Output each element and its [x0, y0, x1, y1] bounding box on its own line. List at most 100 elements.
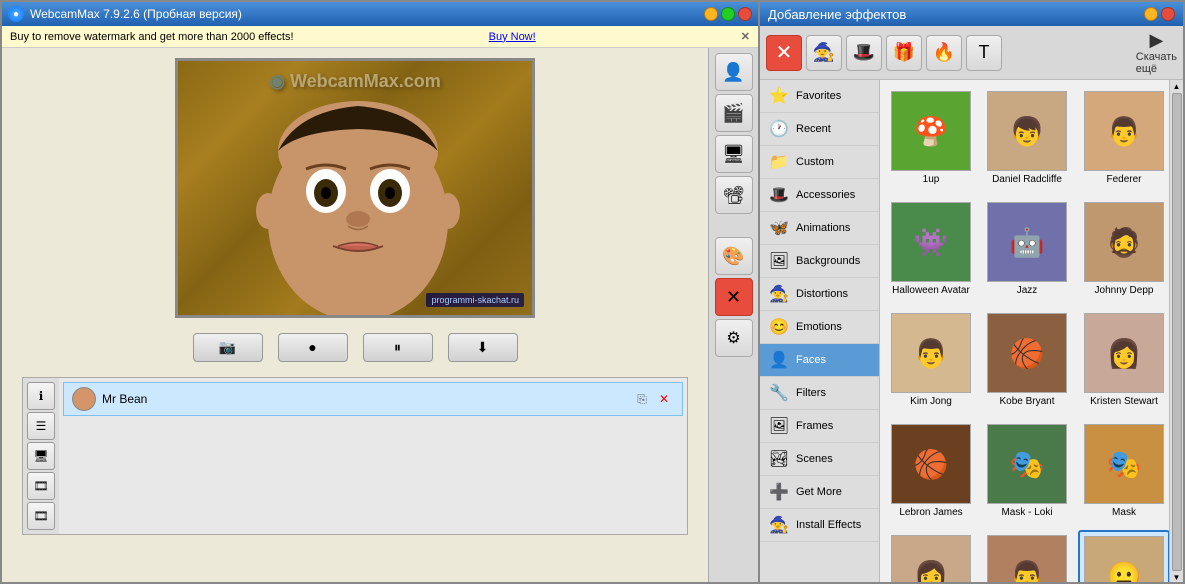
gift-button[interactable]: 🎁: [886, 35, 922, 71]
filmstrip-rs-button[interactable]: 📽: [715, 176, 753, 214]
playlist-delete-button[interactable]: ✕: [654, 389, 674, 409]
effect-thumb-1up: 🍄: [891, 91, 971, 171]
record-button[interactable]: ●: [278, 333, 348, 362]
category-icon-scenes: 🏞: [768, 448, 790, 470]
effect-item-halloween-avatar[interactable]: 👾Halloween Avatar: [886, 197, 976, 302]
text-button[interactable]: T: [966, 35, 1002, 71]
webcam-area: ◉ WebcamMax.com: [2, 48, 708, 582]
category-item-favorites[interactable]: ⭐Favorites: [760, 80, 879, 113]
effect-thumb-mask-loki: 🎭: [987, 424, 1067, 504]
effect-item-michael-jackson[interactable]: 👨Michael Jackson: [982, 530, 1072, 582]
effect-thumb-kim-jong: 👨: [891, 313, 971, 393]
category-icon-frames: 🖼: [768, 415, 790, 437]
category-item-recent[interactable]: 🕐Recent: [760, 113, 879, 146]
effect-item-federer[interactable]: 👨Federer: [1078, 86, 1169, 191]
effects-toolbar: ✕ 🧙 🎩 🎁 🔥 T ▶ Скачатьещё: [760, 26, 1183, 80]
category-icon-distortions: 🧙: [768, 283, 790, 305]
effects-close-button[interactable]: [1161, 7, 1175, 21]
category-item-accessories[interactable]: 🎩Accessories: [760, 179, 879, 212]
main-window: ● WebcamMax 7.9.2.6 (Пробная версия) Buy…: [0, 0, 760, 584]
effects-grid-area[interactable]: 🍄1up👦Daniel Radcliffe👨Federer👾Halloween …: [880, 80, 1169, 582]
playlist-item-name: Mr Bean: [102, 392, 147, 406]
person-rs-button[interactable]: 👤: [715, 53, 753, 91]
effect-label-lebron-james: Lebron James: [899, 507, 962, 519]
effect-thumb-halloween-avatar: 👾: [891, 202, 971, 282]
effect-item-megan-fox[interactable]: 👩Megan Fox: [886, 530, 976, 582]
category-item-faces[interactable]: 👤 Faces: [760, 344, 879, 377]
category-icon-accessories: 🎩: [768, 184, 790, 206]
category-item-animations[interactable]: 🦋Animations: [760, 212, 879, 245]
scroll-down-button[interactable]: ▼: [1173, 573, 1181, 582]
effect-label-federer: Federer: [1106, 174, 1141, 186]
color-rs-button[interactable]: 🎨: [715, 237, 753, 275]
video-frame: ◉ WebcamMax.com: [175, 58, 535, 318]
effect-item-mask-loki[interactable]: 🎭 Mask - Loki: [982, 419, 1072, 524]
category-label-scenes: Scenes: [796, 453, 833, 465]
effect-item-mr-bean[interactable]: 😐Mr Bean: [1078, 530, 1169, 582]
category-item-get-more[interactable]: ➕Get More: [760, 476, 879, 509]
category-item-install-effects[interactable]: 🧙Install Effects: [760, 509, 879, 542]
effect-item-kobe-bryant[interactable]: 🏀Kobe Bryant: [982, 308, 1072, 413]
effects-grid: 🍄 1up 👦Daniel Radcliffe 👨 Federer 👾Halloween …: [886, 86, 1163, 582]
pause-button[interactable]: ⏸: [363, 333, 433, 362]
effect-item-kristen-stewart[interactable]: 👩Kristen Stewart: [1078, 308, 1169, 413]
effect-item-daniel-radcliffe[interactable]: 👦Daniel Radcliffe: [982, 86, 1072, 191]
camera-button[interactable]: 📷: [193, 333, 263, 362]
monitor-rs-button[interactable]: 🖥: [715, 135, 753, 173]
download-more-label: Скачатьещё: [1136, 51, 1177, 75]
playlist-thumb: [72, 387, 96, 411]
maximize-button[interactable]: [721, 7, 735, 21]
effect-label-johnny-depp: Johnny Depp: [1095, 285, 1154, 297]
playlist-copy-button[interactable]: ⎘: [632, 389, 652, 409]
category-item-filters[interactable]: 🔧Filters: [760, 377, 879, 410]
download-more-button[interactable]: ▶ Скачатьещё: [1136, 30, 1177, 75]
effect-item-mask[interactable]: 🎭Mask: [1078, 419, 1169, 524]
scroll-up-button[interactable]: ▲: [1173, 82, 1181, 91]
fire-button[interactable]: 🔥: [926, 35, 962, 71]
filmstrip-icon-button[interactable]: 🎞: [27, 472, 55, 500]
close-button[interactable]: [738, 7, 752, 21]
wizard-button[interactable]: 🧙: [806, 35, 842, 71]
scroll-thumb[interactable]: [1172, 93, 1182, 571]
category-label-faces: Faces: [796, 354, 826, 366]
cancel-rs-button[interactable]: ✕: [715, 278, 753, 316]
category-label-backgrounds: Backgrounds: [796, 255, 860, 267]
minimize-button[interactable]: [704, 7, 718, 21]
category-item-backgrounds[interactable]: 🖼Backgrounds: [760, 245, 879, 278]
buy-now-link[interactable]: Buy Now!: [489, 31, 536, 43]
filmstrip2-icon-button[interactable]: 🎞: [27, 502, 55, 530]
effect-label-1up: 1up: [923, 174, 940, 186]
remove-effect-button[interactable]: ✕: [766, 35, 802, 71]
effect-item-kim-jong[interactable]: 👨Kim Jong: [886, 308, 976, 413]
effect-item-1up[interactable]: 🍄 1up: [886, 86, 976, 191]
category-icon-animations: 🦋: [768, 217, 790, 239]
bottom-panel: ℹ ☰ 🖥 🎞 🎞 Mr Bean ⎘ ✕: [22, 377, 688, 535]
effect-item-lebron-james[interactable]: 🏀Lebron James: [886, 419, 976, 524]
effects-title-buttons: [1144, 7, 1175, 21]
category-item-distortions[interactable]: 🧙Distortions: [760, 278, 879, 311]
video-overlay: ◉ WebcamMax.com: [178, 61, 532, 315]
effect-thumb-kristen-stewart: 👩: [1084, 313, 1164, 393]
effect-item-johnny-depp[interactable]: 🧔Johnny Depp: [1078, 197, 1169, 302]
scrollbar[interactable]: ▲ ▼: [1169, 80, 1183, 582]
effect-thumb-megan-fox: 👩: [891, 535, 971, 582]
film-rs-button[interactable]: 🎬: [715, 94, 753, 132]
download-button[interactable]: ⬇: [448, 333, 518, 362]
effects-minimize-button[interactable]: [1144, 7, 1158, 21]
hat-button[interactable]: 🎩: [846, 35, 882, 71]
effect-item-jazz[interactable]: 🤖Jazz: [982, 197, 1072, 302]
category-item-scenes[interactable]: 🏞 Scenes: [760, 443, 879, 476]
playlist-item: Mr Bean ⎘ ✕: [63, 382, 683, 416]
notif-close-button[interactable]: ✕: [741, 30, 750, 43]
monitor-icon-button[interactable]: 🖥: [27, 442, 55, 470]
category-item-custom[interactable]: 📁Custom: [760, 146, 879, 179]
gear-rs-button[interactable]: ⚙: [715, 319, 753, 357]
category-icon-faces: 👤: [768, 349, 790, 371]
category-icon-recent: 🕐: [768, 118, 790, 140]
list-icon-button[interactable]: ☰: [27, 412, 55, 440]
info-icon-button[interactable]: ℹ: [27, 382, 55, 410]
effect-label-mask-loki: Mask - Loki: [1001, 507, 1052, 519]
category-item-emotions[interactable]: 😊Emotions: [760, 311, 879, 344]
title-bar-left: ● WebcamMax 7.9.2.6 (Пробная версия): [8, 6, 242, 22]
category-item-frames[interactable]: 🖼Frames: [760, 410, 879, 443]
